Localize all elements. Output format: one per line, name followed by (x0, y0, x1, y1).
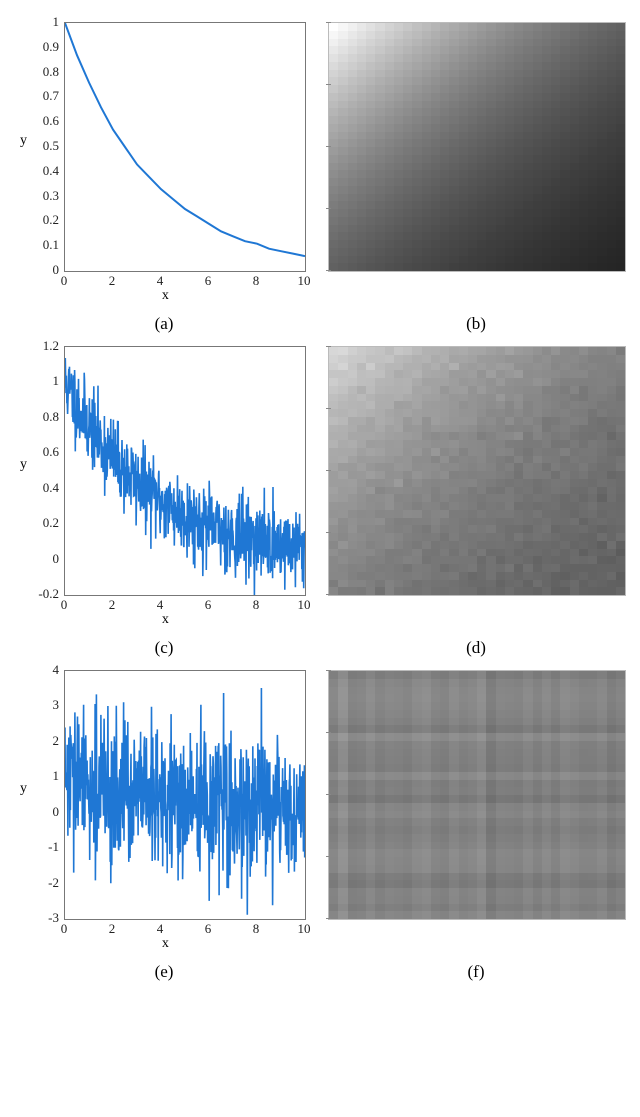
plot-c-xlabel: x (162, 612, 169, 628)
plot-c-line (65, 347, 305, 595)
plot-e-ylabel: y (20, 781, 27, 797)
caption-e: (e) (155, 962, 174, 982)
cell-b: (b) (326, 16, 626, 334)
plot-e-xlabel: x (162, 936, 169, 952)
plot-a-line (65, 23, 305, 271)
cell-d: (d) (326, 340, 626, 658)
plot-a-xlabel: x (162, 288, 169, 304)
plot-c-ylabel: y (20, 457, 27, 473)
plot-a: 00.10.20.30.40.50.60.70.80.910246810 y x (14, 16, 314, 306)
plot-c-axes (64, 346, 306, 596)
plot-e-line (65, 671, 305, 919)
heatmap-b (326, 16, 626, 306)
figure-page: 00.10.20.30.40.50.60.70.80.910246810 y x… (0, 0, 640, 1117)
row-2: -0.200.20.40.60.811.20246810 y x (c) (d) (14, 340, 626, 658)
caption-a: (a) (155, 314, 174, 334)
plot-e: -3-2-1012340246810 y x (14, 664, 314, 954)
plot-a-axes (64, 22, 306, 272)
cell-a: 00.10.20.30.40.50.60.70.80.910246810 y x… (14, 16, 314, 334)
plot-e-axes (64, 670, 306, 920)
heatmap-b-grid (328, 22, 626, 272)
cell-e: -3-2-1012340246810 y x (e) (14, 664, 314, 982)
cell-f: (f) (326, 664, 626, 982)
cell-c: -0.200.20.40.60.811.20246810 y x (c) (14, 340, 314, 658)
row-3: -3-2-1012340246810 y x (e) (f) (14, 664, 626, 982)
caption-d: (d) (466, 638, 486, 658)
heatmap-d (326, 340, 626, 630)
plot-a-ylabel: y (20, 133, 27, 149)
caption-f: (f) (468, 962, 485, 982)
caption-c: (c) (155, 638, 174, 658)
plot-c: -0.200.20.40.60.811.20246810 y x (14, 340, 314, 630)
heatmap-f (326, 664, 626, 954)
heatmap-f-grid (328, 670, 626, 920)
row-1: 00.10.20.30.40.50.60.70.80.910246810 y x… (14, 16, 626, 334)
heatmap-d-grid (328, 346, 626, 596)
caption-b: (b) (466, 314, 486, 334)
